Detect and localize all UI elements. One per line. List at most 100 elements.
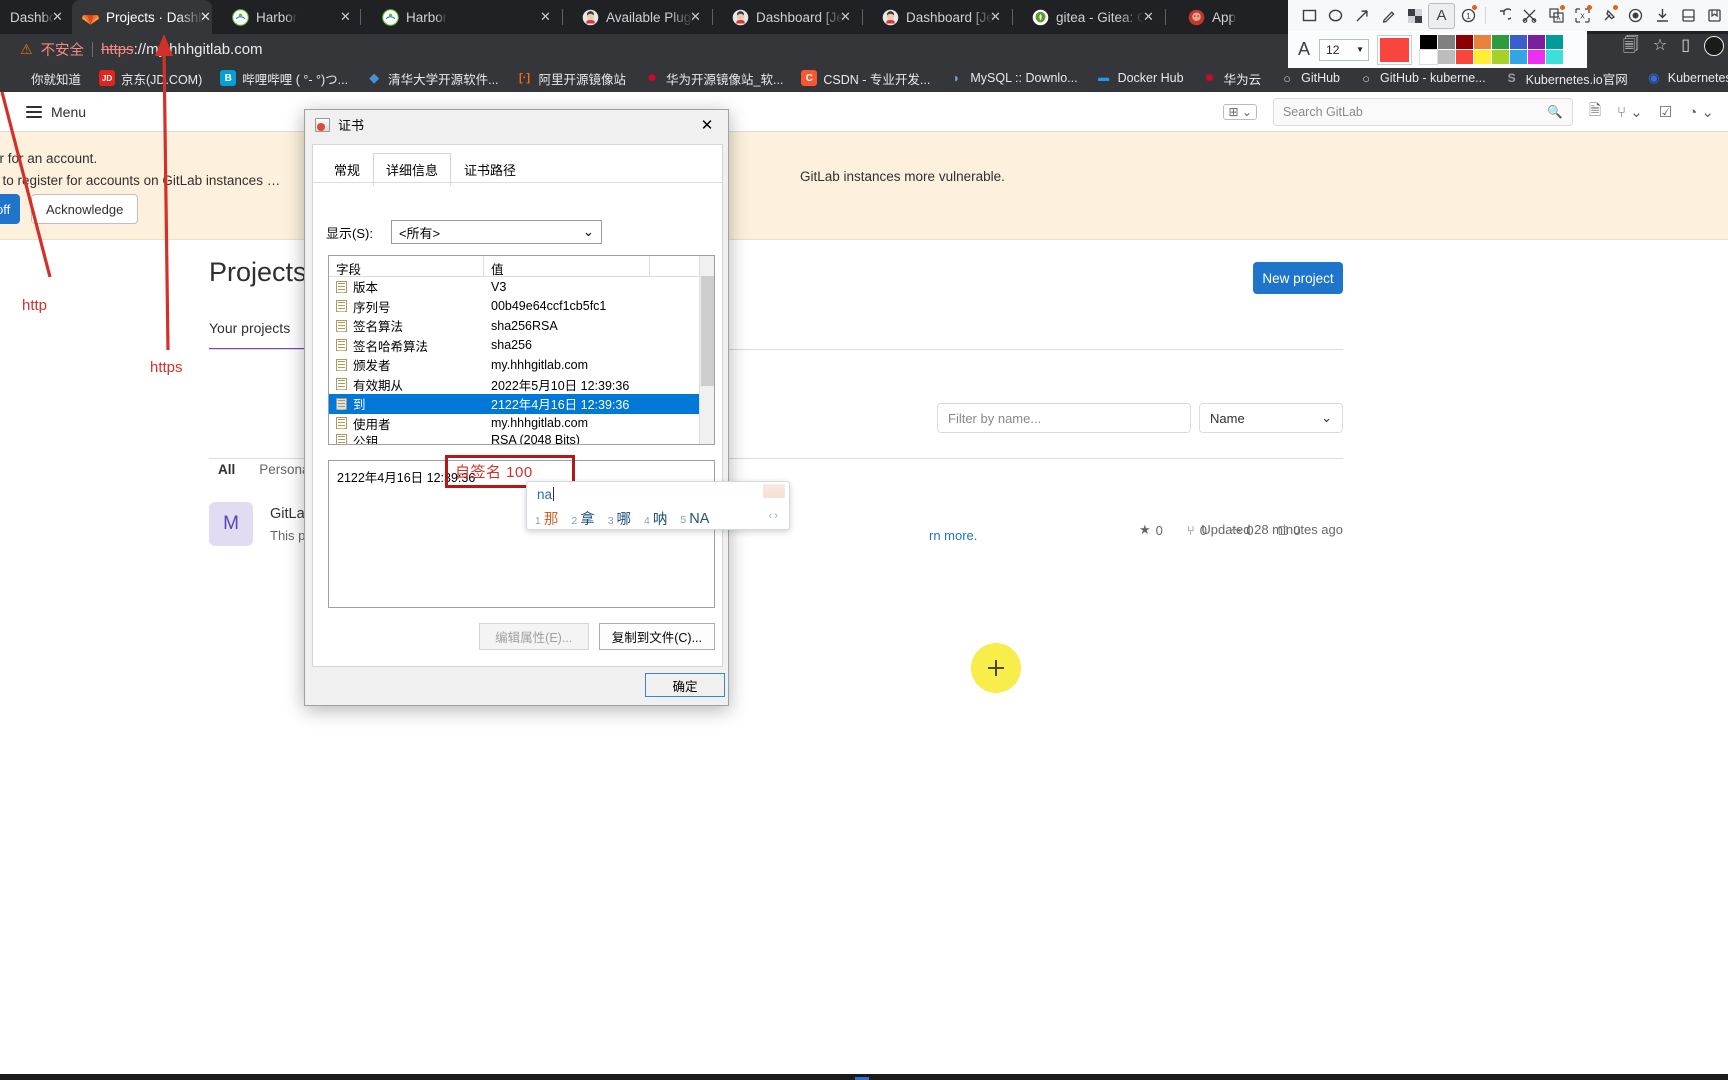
- scrollbar-thumb[interactable]: [701, 276, 714, 386]
- copy-to-file-button[interactable]: 复制到文件(C)...: [598, 623, 715, 650]
- color-palette[interactable]: [1419, 35, 1564, 65]
- gitlab-menu-button[interactable]: Menu: [26, 103, 86, 121]
- url-text[interactable]: https://my.hhhgitlab.com: [101, 41, 263, 58]
- profile-avatar-icon[interactable]: [1704, 36, 1724, 56]
- browser-tab-5[interactable]: Dashboard [Jenki: [722, 0, 852, 34]
- ellipse-tool-icon[interactable]: [1322, 3, 1348, 29]
- plus-icon[interactable]: ⊞ ⌄: [1223, 104, 1257, 120]
- palette-color[interactable]: [1419, 49, 1439, 65]
- table-row[interactable]: 颁发者 my.hhhgitlab.com: [329, 355, 714, 375]
- palette-color[interactable]: [1528, 50, 1546, 64]
- tab-close-icon-4[interactable]: ✕: [690, 9, 701, 25]
- number-tool-icon[interactable]: 1: [1455, 3, 1481, 29]
- bookmark-item[interactable]: JD 京东(JD.COM): [90, 66, 211, 90]
- text-tool-icon[interactable]: A: [1428, 2, 1455, 29]
- browser-tab-1[interactable]: Projects · Dashbo: [72, 0, 212, 34]
- palette-color[interactable]: [1492, 35, 1510, 49]
- font-size-select[interactable]: 12 ▼: [1319, 38, 1370, 61]
- bookmark-item[interactable]: ◆ 清华大学开源软件...: [357, 66, 507, 90]
- bookmark-star-icon[interactable]: ☆: [1653, 38, 1667, 54]
- save-tool-icon[interactable]: [1675, 3, 1701, 29]
- palette-color[interactable]: [1420, 35, 1438, 49]
- extract-text-tool-icon[interactable]: X: [1569, 3, 1595, 29]
- subtab-all[interactable]: All: [218, 462, 235, 477]
- ime-page-arrows[interactable]: ‹›: [769, 510, 780, 522]
- palette-color[interactable]: [1474, 50, 1492, 64]
- bookmark-item[interactable]: ○ GitHub: [1270, 66, 1349, 90]
- bookmark-item[interactable]: ◉ Kubernetes(K8S): [1637, 66, 1728, 90]
- browser-tab-4[interactable]: Available Plugins: [572, 0, 702, 34]
- certificate-field-list[interactable]: 字段 值 版本 V3 序列号 00b49e64ccf1cb5fc1 签名算法 s…: [328, 255, 715, 445]
- merge-requests-icon[interactable]: ⑂ ⌄: [1617, 103, 1643, 121]
- tab-close-icon-6[interactable]: ✕: [990, 9, 1001, 25]
- browser-tab-3[interactable]: Harbor: [372, 0, 502, 34]
- palette-color[interactable]: [1474, 35, 1492, 49]
- mosaic-tool-icon[interactable]: [1402, 3, 1428, 29]
- browser-tab-6[interactable]: Dashboard [Jenki: [872, 0, 1002, 34]
- palette-color[interactable]: [1528, 35, 1546, 49]
- cut-tool-icon[interactable]: [1517, 3, 1543, 29]
- bookmark-item[interactable]: ▬ Docker Hub: [1087, 66, 1193, 90]
- filter-by-name-input[interactable]: Filter by name...: [937, 403, 1191, 433]
- table-row[interactable]: 序列号 00b49e64ccf1cb5fc1: [329, 297, 714, 317]
- sort-select[interactable]: Name ⌄: [1199, 403, 1343, 433]
- ime-candidate-window[interactable]: na 1 那 2 拿 3 哪 4 呐 5 NA ‹›: [526, 481, 790, 530]
- stat-stars[interactable]: ★ 0: [1139, 522, 1163, 538]
- palette-color[interactable]: [1510, 50, 1528, 64]
- bookmark-item[interactable]: B 哔哩哔哩 ( °- °)つ...: [211, 66, 357, 90]
- palette-color[interactable]: [1438, 50, 1456, 64]
- gitlab-search-input[interactable]: Search GitLab 🔍: [1272, 98, 1573, 126]
- palette-color[interactable]: [1546, 50, 1564, 64]
- ok-button[interactable]: 确定: [645, 673, 725, 697]
- palette-color[interactable]: [1438, 35, 1456, 49]
- table-row[interactable]: 公钥 RSA (2048 Bits): [329, 433, 714, 444]
- palette-color[interactable]: [1456, 50, 1474, 64]
- bookmark-item[interactable]: ◗ MySQL :: Downlo...: [939, 66, 1086, 90]
- bookmark-item[interactable]: [·] 阿里开源镜像站: [508, 66, 636, 90]
- bookmark-item[interactable]: C CSDN - 专业开发...: [792, 66, 939, 90]
- ime-candidate-1[interactable]: 1 那: [535, 508, 558, 529]
- bookmark-item[interactable]: ✹ 华为开源镜像站_软...: [635, 66, 792, 90]
- tab-close-icon-2[interactable]: ✕: [340, 9, 351, 25]
- table-row[interactable]: 签名算法 sha256RSA: [329, 316, 714, 336]
- sidepanel-icon[interactable]: ▯: [1681, 38, 1690, 54]
- table-row[interactable]: 有效期从 2022年5月10日 12:39:36: [329, 375, 714, 395]
- pencil-tool-icon[interactable]: [1375, 3, 1401, 29]
- ocr-tool-icon[interactable]: A: [1543, 3, 1569, 29]
- palette-color[interactable]: [1510, 35, 1528, 49]
- pin-tool-icon[interactable]: [1596, 3, 1622, 29]
- issues-icon[interactable]: 🗎: [1589, 100, 1601, 125]
- acknowledge-button[interactable]: Acknowledge: [31, 194, 139, 224]
- bookmark-item[interactable]: S Kubernetes.io官网: [1495, 66, 1637, 90]
- current-color-swatch[interactable]: [1377, 34, 1413, 65]
- new-project-button[interactable]: New project: [1253, 262, 1343, 294]
- todos-icon[interactable]: ☑: [1659, 103, 1672, 121]
- table-row-selected[interactable]: 到 2122年4月16日 12:39:36: [329, 394, 714, 414]
- arrow-tool-icon[interactable]: [1349, 3, 1375, 29]
- download-tool-icon[interactable]: [1649, 3, 1675, 29]
- palette-color[interactable]: [1492, 50, 1510, 64]
- tab-close-icon-5[interactable]: ✕: [840, 9, 851, 25]
- bookmark-item[interactable]: ○ GitHub - kuberne...: [1349, 66, 1495, 90]
- next-page-icon[interactable]: ›: [774, 510, 780, 522]
- table-row[interactable]: 使用者 my.hhhgitlab.com: [329, 414, 714, 434]
- undo-tool-icon[interactable]: [1490, 3, 1516, 29]
- tab-your-projects[interactable]: Your projects: [209, 320, 290, 336]
- browser-tab-7[interactable]: gitea - Gitea: Git: [1022, 0, 1152, 34]
- bookmark-item[interactable]: ✹ 华为云: [1193, 66, 1271, 90]
- address-bar[interactable]: ⚠ 不安全 https://my.hhhgitlab.com: [8, 36, 275, 62]
- help-icon[interactable]: ◔ ⌄: [1688, 103, 1714, 121]
- bookmark-item[interactable]: 你就知道: [0, 66, 90, 90]
- not-secure-label[interactable]: 不安全: [41, 39, 85, 60]
- translate-icon[interactable]: 🗐: [1623, 38, 1639, 54]
- browser-tab-2[interactable]: Harbor: [222, 0, 352, 34]
- show-select[interactable]: <所有> ⌄: [390, 220, 602, 244]
- record-tool-icon[interactable]: [1622, 3, 1648, 29]
- ime-candidate-5[interactable]: 5 NA: [680, 511, 709, 527]
- palette-color[interactable]: [1456, 35, 1474, 49]
- learn-more-link[interactable]: rn more.: [929, 528, 977, 543]
- table-row[interactable]: 版本 V3: [329, 277, 714, 297]
- confirm-tool-icon[interactable]: [1702, 3, 1728, 29]
- tab-close-icon-3[interactable]: ✕: [540, 9, 551, 25]
- rectangle-tool-icon[interactable]: [1296, 3, 1322, 29]
